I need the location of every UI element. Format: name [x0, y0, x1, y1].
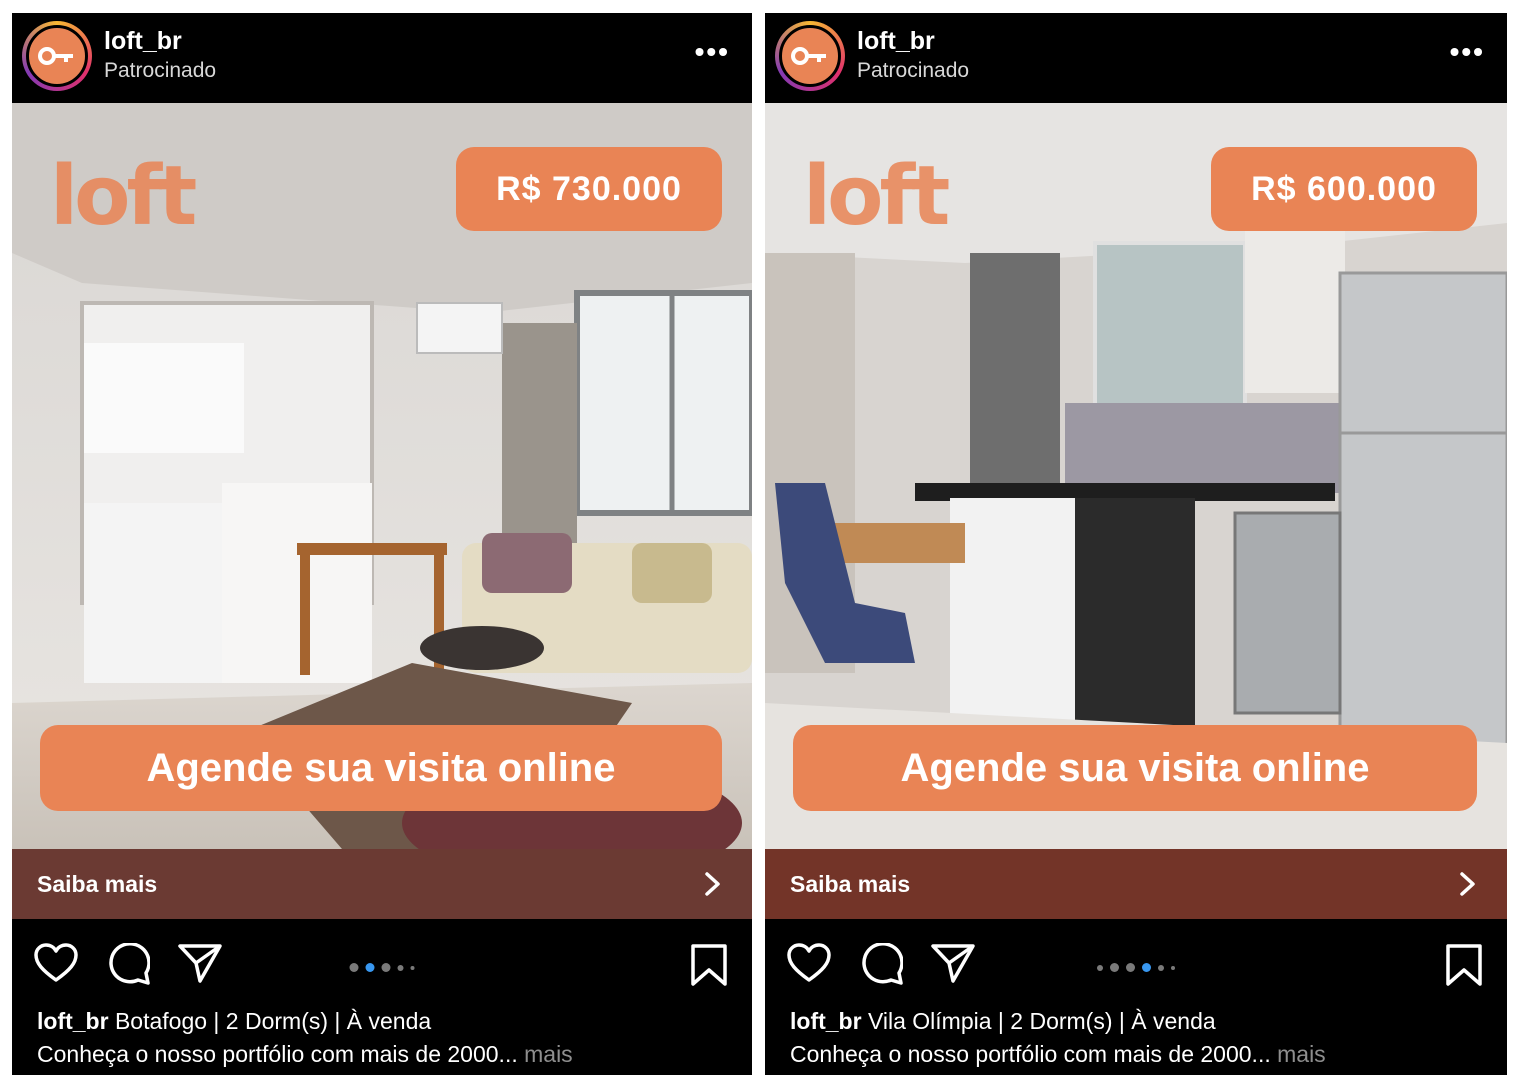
- action-bar: [765, 919, 1507, 1009]
- caption-username[interactable]: loft_br: [37, 1008, 109, 1034]
- saiba-mais-label: Saiba mais: [790, 871, 911, 897]
- sponsored-label: Patrocinado: [104, 59, 217, 82]
- carousel-dot: [381, 963, 391, 972]
- carousel-dot-active: [1142, 963, 1151, 972]
- post-caption: loft_br Botafogo | 2 Dorm(s) | À venda C…: [37, 1005, 737, 1071]
- caption-more-link[interactable]: mais: [524, 1041, 573, 1067]
- saiba-mais-button[interactable]: Saiba mais: [12, 849, 752, 919]
- carousel-dot: [349, 963, 359, 972]
- price-badge: R$ 600.000: [1211, 147, 1477, 231]
- heart-icon[interactable]: [34, 943, 78, 983]
- caption-more-link[interactable]: mais: [1277, 1041, 1326, 1067]
- carousel-indicator: [349, 963, 415, 972]
- carousel-indicator: [1097, 963, 1175, 972]
- carousel-dot: [1126, 963, 1135, 972]
- more-options-icon[interactable]: •••: [695, 38, 730, 66]
- avatar[interactable]: [22, 21, 92, 91]
- caption-line2: Conheça o nosso portfólio com mais de 20…: [37, 1041, 518, 1067]
- share-icon[interactable]: [931, 943, 975, 983]
- cta-banner: Agende sua visita online: [793, 725, 1477, 811]
- post-header: loft_br Patrocinado •••: [765, 13, 1507, 103]
- bookmark-icon[interactable]: [690, 943, 728, 987]
- more-options-icon[interactable]: •••: [1450, 38, 1485, 66]
- chevron-right-icon: [705, 872, 720, 896]
- post-header: loft_br Patrocinado •••: [12, 13, 752, 103]
- comment-icon[interactable]: [861, 943, 903, 985]
- listing-photo[interactable]: loft R$ 730.000 Agende sua visita online: [12, 103, 752, 849]
- carousel-dot: [1110, 963, 1119, 972]
- loft-logo: loft: [803, 149, 950, 244]
- carousel-dot-active: [365, 963, 375, 972]
- listing-photo[interactable]: loft R$ 600.000 Agende sua visita online: [765, 103, 1507, 849]
- loft-logo: loft: [50, 149, 197, 244]
- post-vila-olimpia: loft_br Patrocinado ••• loft R$ 600.000 …: [765, 13, 1507, 1075]
- share-icon[interactable]: [178, 943, 222, 983]
- cta-banner: Agende sua visita online: [40, 725, 722, 811]
- heart-icon[interactable]: [787, 943, 831, 983]
- carousel-dot: [397, 964, 404, 971]
- price-badge: R$ 730.000: [456, 147, 722, 231]
- saiba-mais-button[interactable]: Saiba mais: [765, 849, 1507, 919]
- account-name[interactable]: loft_br: [857, 27, 935, 56]
- caption-text: Botafogo | 2 Dorm(s) | À venda: [114, 1008, 432, 1034]
- carousel-dot: [1097, 964, 1103, 971]
- key-icon: [791, 47, 826, 65]
- post-caption: loft_br Vila Olímpia | 2 Dorm(s) | À ven…: [790, 1005, 1490, 1071]
- account-name[interactable]: loft_br: [104, 27, 182, 56]
- post-botafogo: loft_br Patrocinado ••• loft R$ 730.000 …: [12, 13, 752, 1075]
- key-icon: [38, 47, 73, 65]
- avatar[interactable]: [775, 21, 845, 91]
- bookmark-icon[interactable]: [1445, 943, 1483, 987]
- comment-icon[interactable]: [108, 943, 150, 985]
- carousel-dot: [410, 965, 415, 970]
- caption-text: Vila Olímpia | 2 Dorm(s) | À venda: [867, 1008, 1216, 1034]
- saiba-mais-label: Saiba mais: [37, 871, 158, 897]
- caption-username[interactable]: loft_br: [790, 1008, 862, 1034]
- carousel-dot: [1158, 964, 1164, 971]
- sponsored-label: Patrocinado: [857, 59, 970, 82]
- caption-line2: Conheça o nosso portfólio com mais de 20…: [790, 1041, 1271, 1067]
- action-bar: [12, 919, 752, 1009]
- chevron-right-icon: [1460, 872, 1475, 896]
- carousel-dot: [1171, 965, 1175, 970]
